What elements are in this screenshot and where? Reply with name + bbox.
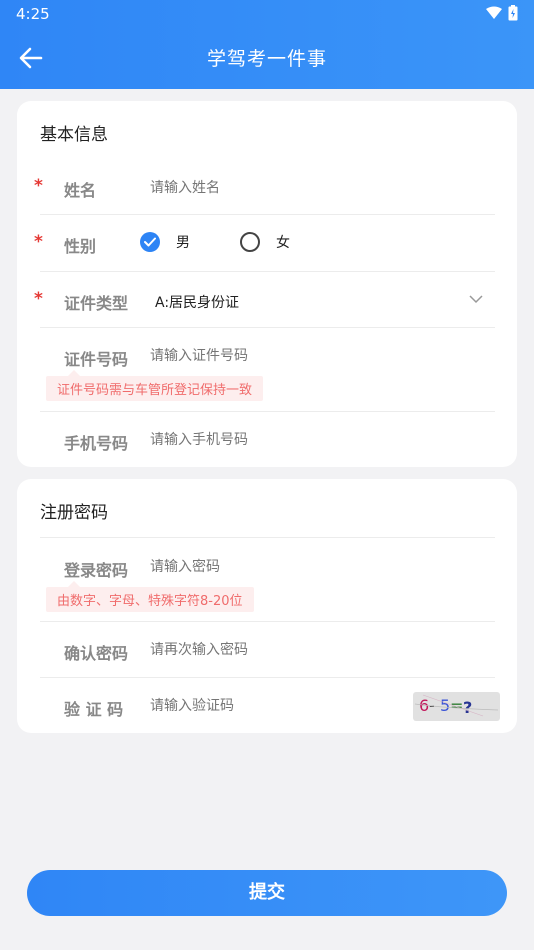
page-title: 学驾考一件事 xyxy=(206,48,327,70)
id-number-hint: 证件号码需与车管所登记保持一致 xyxy=(46,370,264,401)
captcha-input[interactable] xyxy=(150,695,350,717)
section-title-register-password: 注册密码 xyxy=(40,503,108,523)
password-row: 登录密码 由数字、字母、特殊字符8-20位 xyxy=(40,537,495,622)
phone-input[interactable] xyxy=(150,429,400,451)
gender-option-label: 女 xyxy=(276,235,290,251)
battery-icon xyxy=(508,5,518,21)
section-title-basic-info: 基本信息 xyxy=(40,125,108,145)
required-mark: * xyxy=(34,232,43,252)
wifi-icon xyxy=(486,6,502,19)
gender-radio-female[interactable]: 女 xyxy=(240,232,290,252)
password-label: 登录密码 xyxy=(64,561,129,580)
gender-radio-male[interactable]: 男 xyxy=(140,232,190,252)
id-number-row: 证件号码 证件号码需与车管所登记保持一致 xyxy=(40,328,495,412)
password-input[interactable] xyxy=(150,556,400,578)
submit-button[interactable]: 提交 xyxy=(27,870,507,916)
gender-option-label: 男 xyxy=(176,235,190,251)
name-row: * 姓名 xyxy=(34,161,495,215)
confirm-password-input[interactable] xyxy=(150,639,400,661)
gender-label: 性别 xyxy=(64,237,97,256)
id-type-label: 证件类型 xyxy=(64,294,129,313)
status-time: 4:25 xyxy=(16,5,50,23)
required-mark: * xyxy=(34,289,43,309)
name-input[interactable] xyxy=(150,177,400,199)
confirm-password-label: 确认密码 xyxy=(64,644,129,663)
id-number-label: 证件号码 xyxy=(64,350,129,369)
basic-info-card: 基本信息 * 姓名 * 性别 男 女 * 证件类型 A:居民身份证 证件号码 证… xyxy=(17,101,517,467)
phone-row: 手机号码 xyxy=(40,412,495,466)
id-type-row[interactable]: * 证件类型 A:居民身份证 xyxy=(34,272,495,328)
password-hint: 由数字、字母、特殊字符8-20位 xyxy=(46,581,254,612)
captcha-label: 验 证 码 xyxy=(64,700,124,719)
id-type-select[interactable]: A:居民身份证 xyxy=(155,292,239,312)
status-bar: 4:25 xyxy=(0,0,534,28)
captcha-image[interactable]: 6 - 5 = ? xyxy=(413,692,500,721)
required-mark: * xyxy=(34,176,43,196)
register-password-card: 注册密码 登录密码 由数字、字母、特殊字符8-20位 确认密码 验 证 码 6 … xyxy=(17,479,517,733)
id-number-input[interactable] xyxy=(150,345,400,367)
status-icons xyxy=(486,5,518,21)
confirm-password-row: 确认密码 xyxy=(40,622,495,678)
app-header: 4:25 学驾考一件事 xyxy=(0,0,534,89)
unchecked-radio-icon xyxy=(240,232,260,252)
chevron-down-icon[interactable] xyxy=(469,294,483,304)
phone-label: 手机号码 xyxy=(64,434,129,453)
gender-row: * 性别 男 女 xyxy=(34,215,495,272)
captcha-noise-lines xyxy=(414,694,499,717)
name-label: 姓名 xyxy=(64,181,97,200)
checked-radio-icon xyxy=(140,232,160,252)
